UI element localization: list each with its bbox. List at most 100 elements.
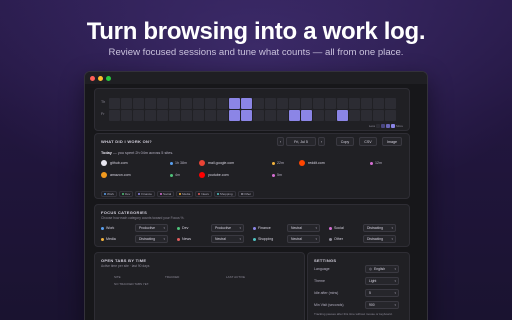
heatmap-cell[interactable] bbox=[121, 98, 132, 109]
focus-category: Work bbox=[101, 226, 114, 230]
category-chip[interactable]: Social bbox=[156, 191, 175, 197]
site-item[interactable]: mail.google.com bbox=[199, 160, 234, 166]
heatmap-cell[interactable] bbox=[133, 110, 144, 121]
column-header-site[interactable]: SITE bbox=[114, 275, 121, 279]
csv-button[interactable]: CSV bbox=[359, 137, 377, 146]
heatmap-cell[interactable] bbox=[169, 98, 180, 109]
heatmap-cell[interactable] bbox=[193, 110, 204, 121]
site-item[interactable]: github.com bbox=[101, 160, 128, 166]
heatmap-cell[interactable] bbox=[349, 98, 360, 109]
heatmap-cell[interactable] bbox=[181, 98, 192, 109]
heatmap-cell[interactable] bbox=[301, 98, 312, 109]
heatmap-cell[interactable] bbox=[337, 98, 348, 109]
heatmap-cell[interactable] bbox=[349, 110, 360, 121]
language-select[interactable]: ◍ English ▾ bbox=[365, 265, 399, 273]
heatmap-cell[interactable] bbox=[205, 98, 216, 109]
heatmap-cell[interactable] bbox=[181, 110, 192, 121]
category-label: Shopping bbox=[219, 192, 233, 196]
focus-weight-select[interactable]: Neutral ▾ bbox=[287, 224, 320, 232]
work-summary-title: WHAT DID I WORK ON? bbox=[101, 139, 152, 144]
heatmap-cell[interactable] bbox=[133, 98, 144, 109]
heatmap-cell[interactable] bbox=[385, 98, 396, 109]
heatmap-cell[interactable] bbox=[337, 110, 348, 121]
heatmap-cell[interactable] bbox=[289, 110, 300, 121]
heatmap-cell[interactable] bbox=[241, 98, 252, 109]
heatmap-cell[interactable] bbox=[121, 110, 132, 121]
site-item[interactable]: amazon.com bbox=[101, 172, 131, 178]
category-dot bbox=[253, 226, 256, 230]
focus-category: Social bbox=[329, 226, 344, 230]
chevron-left-icon: ‹ bbox=[279, 139, 282, 144]
heatmap-cell[interactable] bbox=[145, 98, 156, 109]
focus-weight-select[interactable]: Distracting ▾ bbox=[135, 235, 168, 243]
github-icon bbox=[101, 160, 107, 166]
focus-weight-select[interactable]: Distracting ▾ bbox=[363, 224, 396, 232]
focus-weight-select[interactable]: Productive ▾ bbox=[135, 224, 168, 232]
focus-category-label: News bbox=[182, 237, 191, 241]
heatmap-cell[interactable] bbox=[109, 110, 120, 121]
heatmap-cell[interactable] bbox=[313, 98, 324, 109]
prev-day-button[interactable]: ‹ bbox=[277, 137, 284, 146]
category-chip[interactable]: Shopping bbox=[213, 191, 236, 197]
minimize-window-button[interactable] bbox=[98, 75, 103, 81]
column-header-tracked[interactable]: TRACKED bbox=[165, 275, 179, 279]
category-chip[interactable]: Media bbox=[176, 191, 194, 197]
category-chip[interactable]: Other bbox=[237, 191, 255, 197]
heatmap-cell[interactable] bbox=[157, 98, 168, 109]
heatmap-cell[interactable] bbox=[229, 98, 240, 109]
heatmap-cell[interactable] bbox=[361, 110, 372, 121]
category-chip[interactable]: Work bbox=[101, 191, 117, 197]
date-picker[interactable]: Fri, Jul 5 bbox=[286, 137, 316, 146]
heatmap-cell[interactable] bbox=[145, 110, 156, 121]
site-item[interactable]: youtube.com bbox=[199, 172, 229, 178]
heatmap-cell[interactable] bbox=[193, 98, 204, 109]
amazon-icon bbox=[101, 172, 107, 178]
heatmap-cell[interactable] bbox=[229, 110, 240, 121]
heatmap-cell[interactable] bbox=[241, 110, 252, 121]
site-item[interactable]: reddit.com bbox=[299, 160, 325, 166]
heatmap-cell[interactable] bbox=[265, 110, 276, 121]
category-chip[interactable]: Finance bbox=[135, 191, 155, 197]
idle-stepper[interactable]: 5 ▾ bbox=[365, 289, 399, 297]
heatmap-cell[interactable] bbox=[301, 110, 312, 121]
heatmap-cell[interactable] bbox=[217, 98, 228, 109]
heatmap-cell[interactable] bbox=[361, 98, 372, 109]
heatmap-cell[interactable] bbox=[277, 98, 288, 109]
min-visit-stepper[interactable]: 900 ▾ bbox=[365, 301, 399, 309]
heatmap-cell[interactable] bbox=[205, 110, 216, 121]
theme-select[interactable]: Light ▾ bbox=[365, 277, 399, 285]
heatmap-cell[interactable] bbox=[373, 98, 384, 109]
heatmap-cell[interactable] bbox=[109, 98, 120, 109]
heatmap-cell[interactable] bbox=[253, 98, 264, 109]
category-chip[interactable]: Dev bbox=[118, 191, 134, 197]
focus-subtitle: Choose how each category counts toward y… bbox=[101, 216, 185, 220]
focus-category-label: Media bbox=[106, 237, 116, 241]
focus-weight-select[interactable]: Neutral ▾ bbox=[287, 235, 320, 243]
heatmap-cell[interactable] bbox=[217, 110, 228, 121]
heatmap-cell[interactable] bbox=[325, 110, 336, 121]
heatmap-cell[interactable] bbox=[265, 98, 276, 109]
focus-weight-select[interactable]: Distracting ▾ bbox=[363, 235, 396, 243]
close-window-button[interactable] bbox=[90, 75, 95, 81]
next-day-button[interactable]: › bbox=[318, 137, 325, 146]
focus-weight-select[interactable]: Neutral ▾ bbox=[211, 235, 244, 243]
heatmap-cell[interactable] bbox=[169, 110, 180, 121]
heatmap-cell[interactable] bbox=[157, 110, 168, 121]
copy-button[interactable]: Copy bbox=[336, 137, 354, 146]
window-titlebar bbox=[85, 72, 427, 84]
min-visit-label: Min Visit (seconds) bbox=[314, 303, 344, 307]
chevron-down-icon: ▾ bbox=[239, 237, 241, 241]
heatmap-cell[interactable] bbox=[385, 110, 396, 121]
heatmap-cell[interactable] bbox=[325, 98, 336, 109]
site-name: github.com bbox=[110, 161, 128, 165]
heatmap-cell[interactable] bbox=[289, 98, 300, 109]
column-header-last-active[interactable]: LAST ACTIVE bbox=[226, 275, 245, 279]
category-chip[interactable]: News bbox=[195, 191, 212, 197]
image-button[interactable]: Image bbox=[382, 137, 402, 146]
heatmap-cell[interactable] bbox=[253, 110, 264, 121]
heatmap-cell[interactable] bbox=[277, 110, 288, 121]
focus-weight-select[interactable]: Productive ▾ bbox=[211, 224, 244, 232]
heatmap-cell[interactable] bbox=[313, 110, 324, 121]
maximize-window-button[interactable] bbox=[106, 75, 111, 81]
heatmap-cell[interactable] bbox=[373, 110, 384, 121]
